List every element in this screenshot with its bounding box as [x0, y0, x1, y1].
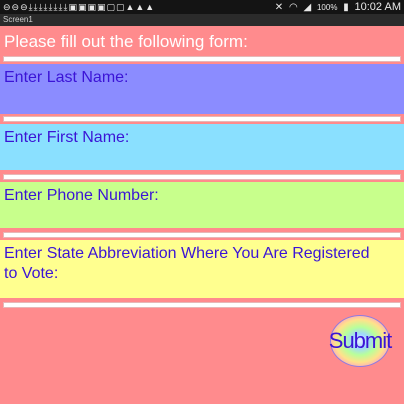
intro-field[interactable]: [3, 56, 401, 62]
last-name-label-panel: Enter Last Name:: [0, 64, 404, 114]
form-instructions: Please fill out the following form:: [4, 32, 248, 51]
state-label: Enter State Abbreviation Where You Are R…: [4, 245, 370, 282]
clock: 10:02 AM: [354, 1, 401, 13]
wifi-icon: ◠: [288, 2, 298, 13]
app-title-bar: Screen1: [0, 14, 404, 26]
phone-label: Enter Phone Number:: [4, 187, 159, 204]
first-name-field[interactable]: [3, 174, 401, 180]
notification-icons: ⊖⊖⊖⤓⤓⤓⤓⤓⤓⤓⤓▣▣▣▣▢▢▲▲▲: [3, 2, 156, 12]
battery-percent: 100%: [316, 3, 338, 12]
last-name-field[interactable]: [3, 116, 401, 122]
phone-label-panel: Enter Phone Number:: [0, 182, 404, 228]
mute-icon: ✕: [274, 2, 284, 13]
status-bar: ⊖⊖⊖⤓⤓⤓⤓⤓⤓⤓⤓▣▣▣▣▢▢▲▲▲ ✕ ◠ ◢ 100% ▮ 10:02 …: [0, 0, 404, 14]
first-name-label: Enter First Name:: [4, 129, 130, 146]
submit-button[interactable]: Submit: [329, 315, 392, 367]
screen-title: Screen1: [3, 15, 33, 24]
battery-icon: ▮: [343, 2, 349, 13]
first-name-label-panel: Enter First Name:: [0, 124, 404, 170]
last-name-label: Enter Last Name:: [4, 69, 129, 86]
state-field[interactable]: [3, 302, 401, 308]
status-right: ✕ ◠ ◢ 100% ▮ 10:02 AM: [272, 0, 401, 14]
signal-icon: ◢: [303, 2, 312, 13]
phone-field[interactable]: [3, 232, 401, 238]
state-label-panel: Enter State Abbreviation Where You Are R…: [0, 240, 404, 298]
